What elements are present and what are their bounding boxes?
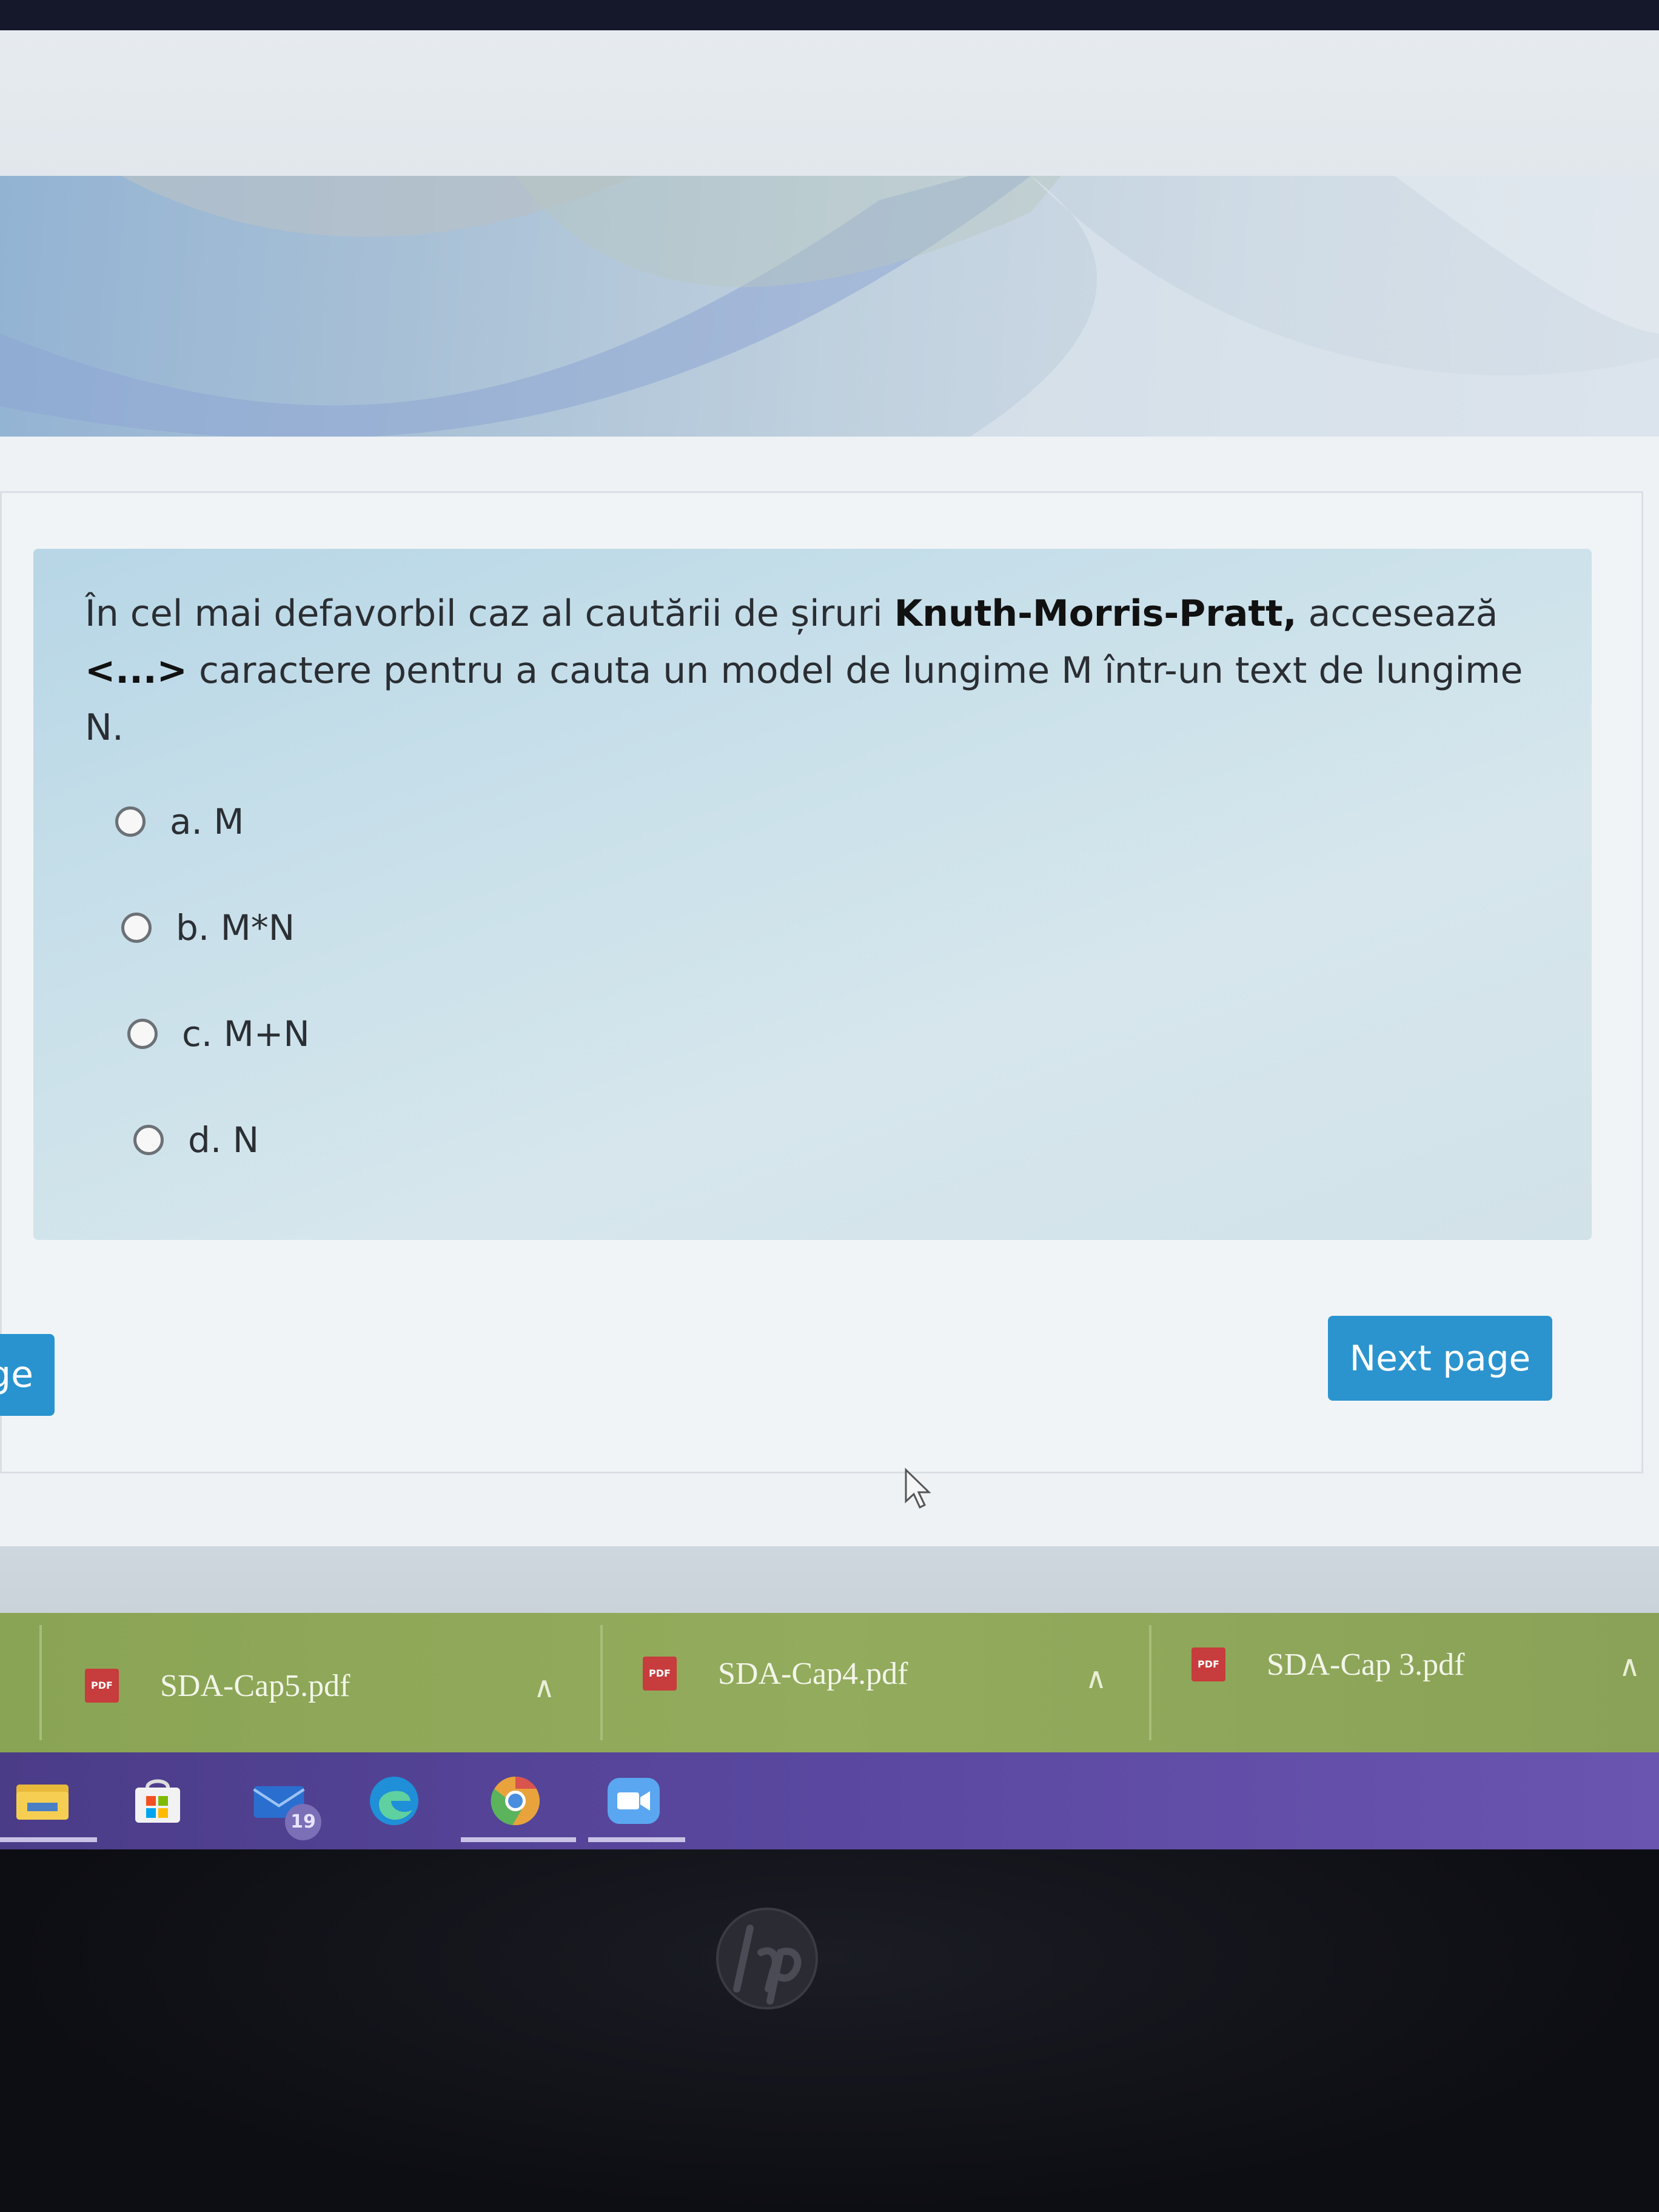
page-header [0,30,1659,176]
download-item-3[interactable]: PDF SDA-Cap 3.pdf [1191,1628,1464,1701]
zoom-icon[interactable] [606,1777,661,1825]
download-filename: SDA-Cap5.pdf [160,1668,350,1703]
answer-option-c[interactable]: c. M+N [127,1007,310,1061]
edge-icon[interactable] [367,1777,421,1825]
divider [39,1625,42,1740]
answer-option-b[interactable]: b. M*N [121,900,295,955]
hp-logo-icon [716,1908,818,2009]
active-indicator [0,1837,97,1842]
question-text-part2: accesează [1296,592,1498,635]
radio-button[interactable] [127,1019,158,1049]
pdf-icon: PDF [85,1669,119,1703]
pdf-icon: PDF [1191,1647,1225,1681]
mail-unread-badge: 19 [285,1804,321,1840]
answer-label: c. M+N [182,1013,310,1054]
radio-button[interactable] [133,1125,164,1155]
question-text-blank: <...> [85,649,187,692]
download-filename: SDA-Cap4.pdf [718,1656,908,1691]
chevron-up-icon[interactable]: ∧ [1085,1661,1107,1695]
download-filename: SDA-Cap 3.pdf [1267,1647,1465,1682]
mouse-cursor-icon [905,1467,931,1509]
answer-label: b. M*N [176,907,295,948]
answer-label: d. N [188,1119,260,1161]
active-indicator [461,1837,576,1842]
question-text-part3: caractere pentru a cauta un model de lun… [85,649,1523,749]
laptop-screen: În cel mai defavorbil caz al cautării de… [0,30,1659,1849]
question-text-algorithm: Knuth-Morris-Pratt, [894,592,1297,635]
next-page-button[interactable]: Next page [1328,1316,1552,1401]
divider [600,1625,603,1740]
laptop-bezel [0,1849,1659,2212]
chrome-icon[interactable] [488,1776,543,1825]
answer-label: a. M [170,801,244,842]
answer-option-a[interactable]: a. M [115,794,244,849]
question-text-part1: În cel mai defavorbil caz al cautării de… [85,592,894,635]
taskbar: 19 [0,1752,1659,1849]
question-box: În cel mai defavorbil caz al cautării de… [33,549,1592,1240]
download-item-2[interactable]: PDF SDA-Cap4.pdf [643,1637,908,1710]
file-explorer-icon[interactable] [15,1777,70,1825]
radio-button[interactable] [115,806,146,837]
previous-page-label: ge [0,1353,33,1396]
download-item-1[interactable]: PDF SDA-Cap5.pdf [85,1649,350,1722]
downloads-bar: PDF SDA-Cap5.pdf ∧ PDF SDA-Cap4.pdf ∧ PD… [0,1613,1659,1752]
pdf-icon: PDF [643,1657,677,1691]
answer-option-d[interactable]: d. N [133,1113,259,1167]
divider [1149,1625,1151,1740]
chevron-up-icon[interactable]: ∧ [1619,1649,1640,1683]
active-indicator [588,1837,685,1842]
header-banner [0,176,1659,437]
next-page-label: Next page [1349,1338,1531,1379]
question-text: În cel mai defavorbil caz al cautării de… [85,585,1540,756]
store-icon[interactable] [130,1777,185,1825]
radio-button[interactable] [121,913,152,943]
previous-page-button[interactable]: ge [0,1334,55,1416]
chevron-up-icon[interactable]: ∧ [534,1671,555,1704]
